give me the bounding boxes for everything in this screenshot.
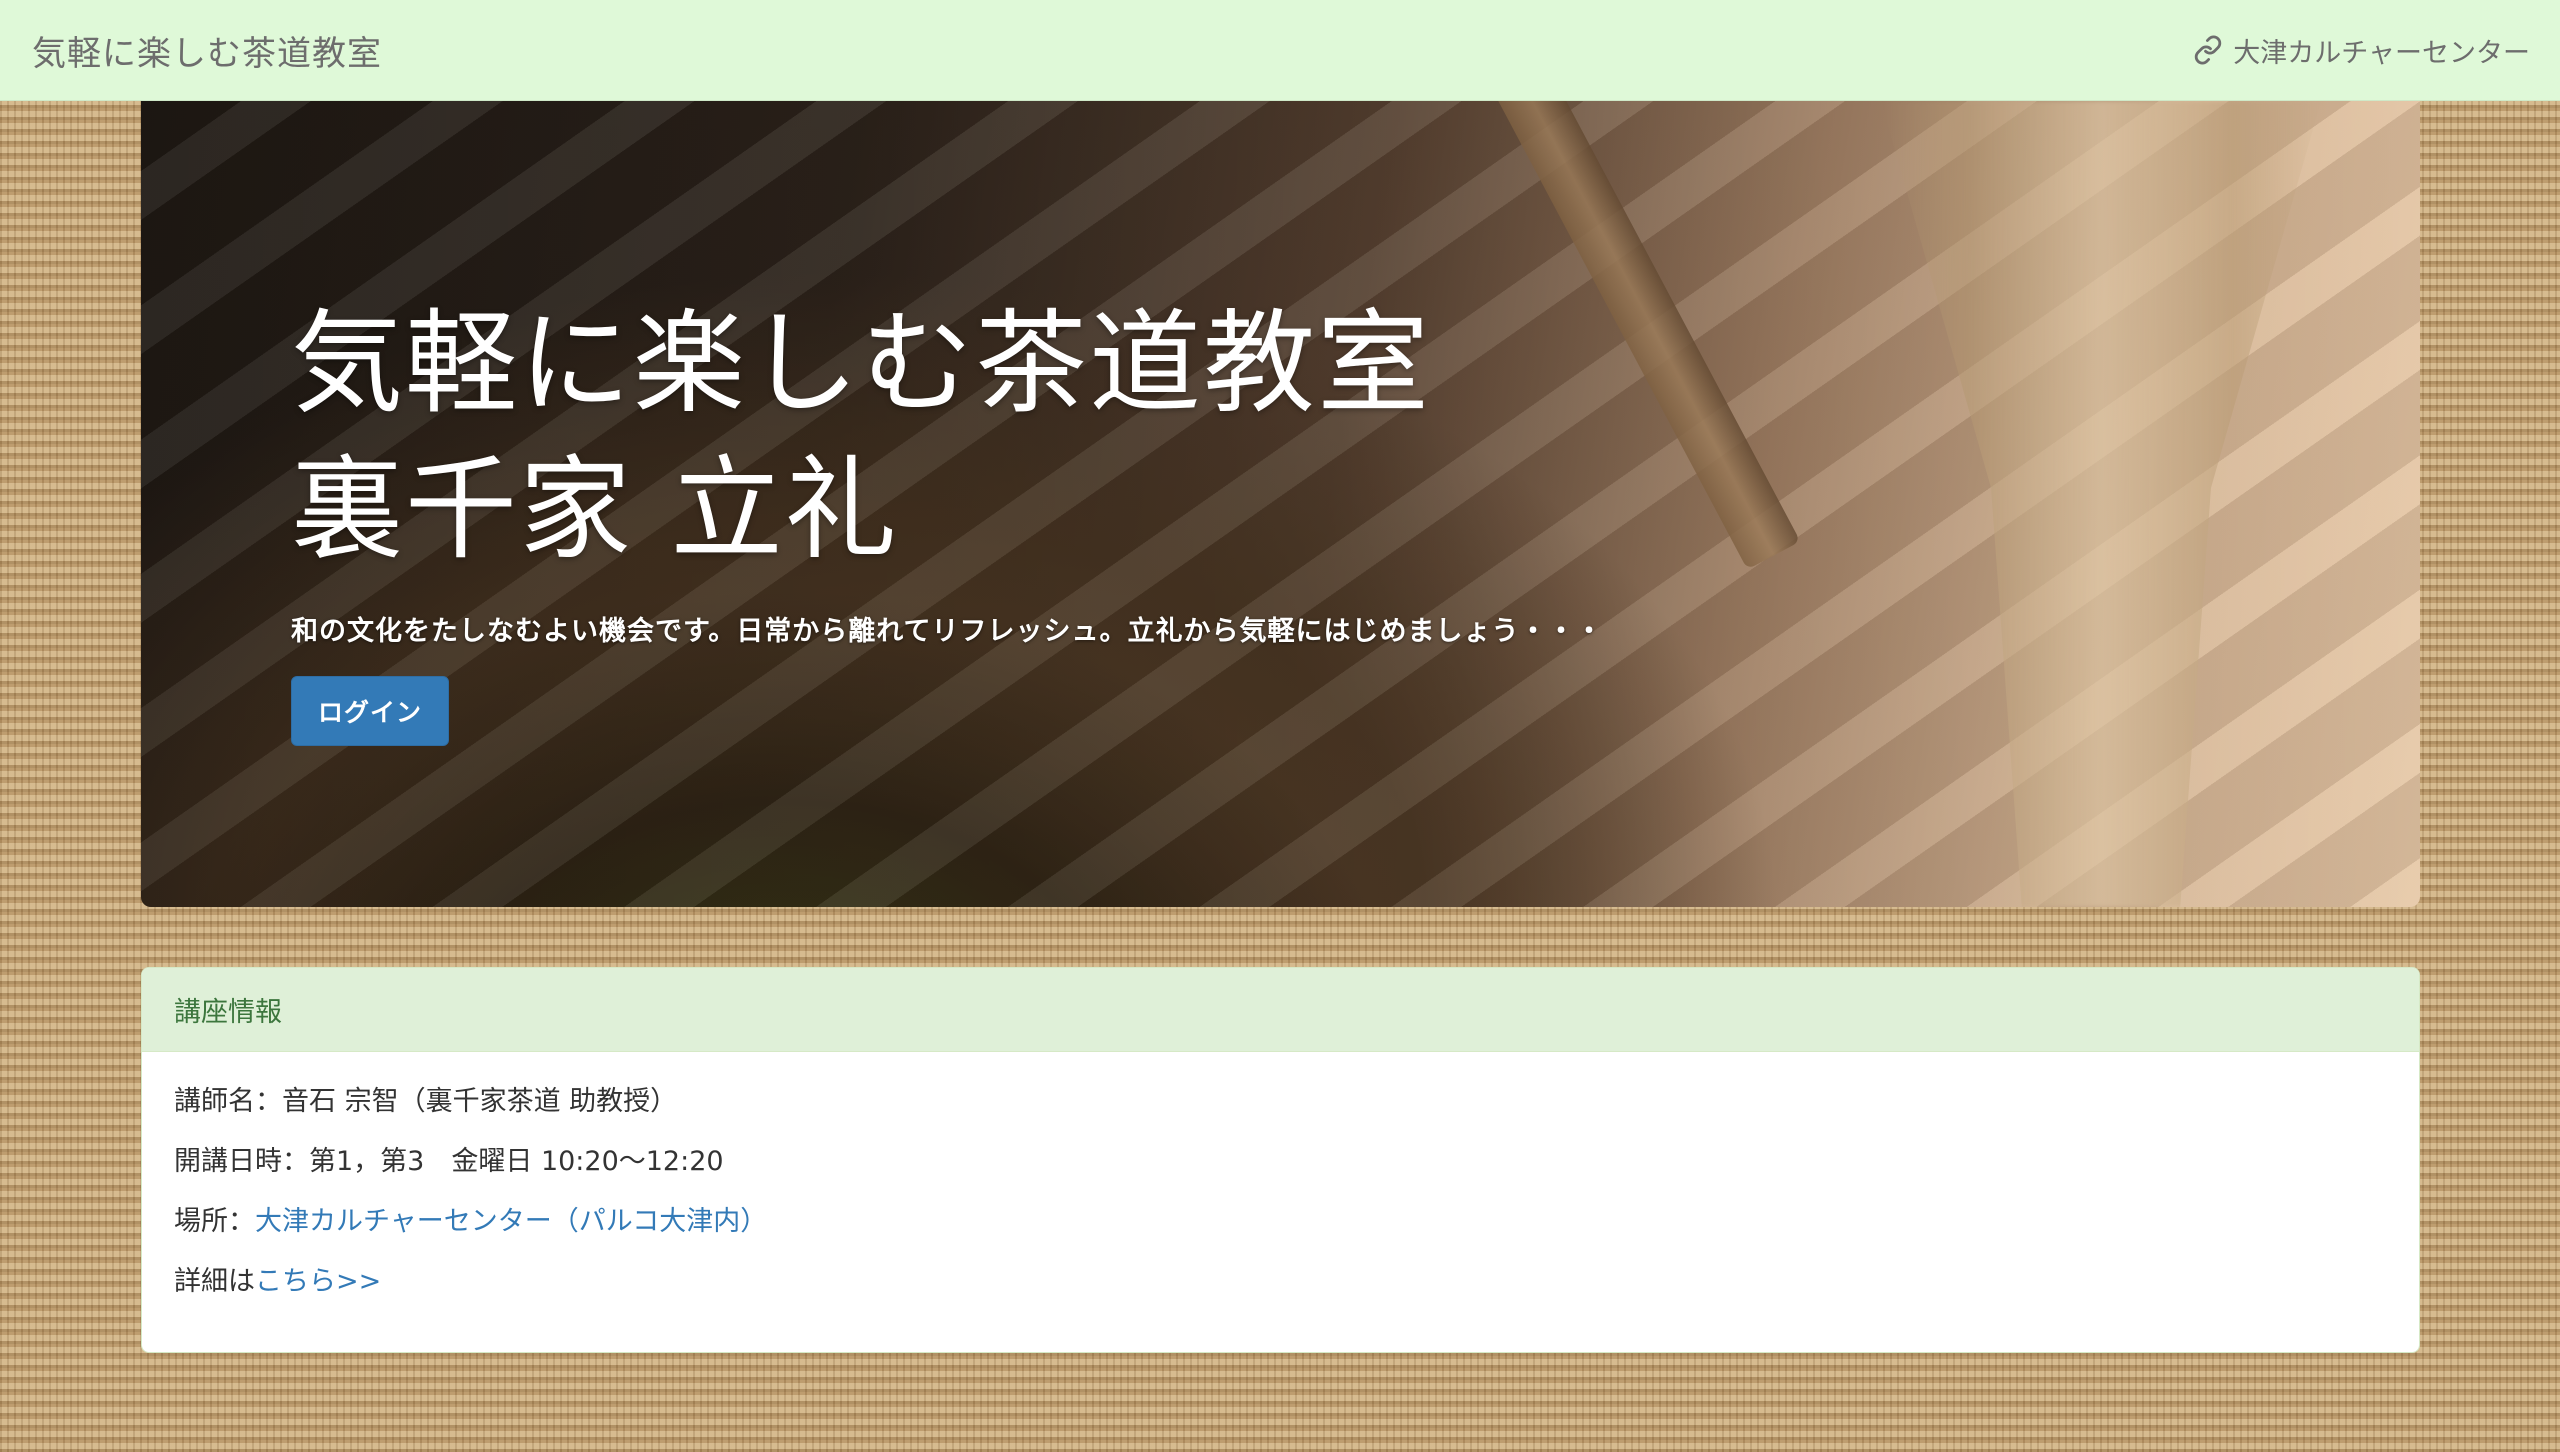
hero-lead-text: 和の文化をたしなむよい機会です。日常から離れてリフレッシュ。立礼から気軽にはじめ…	[291, 616, 1604, 647]
panel-body: 講師名：音石 宗智（裏千家茶道 助教授） 開講日時：第1，第3 金曜日 10:2…	[142, 1052, 2419, 1352]
hero-title-line1: 気軽に楽しむ茶道教室	[291, 299, 1431, 429]
login-button[interactable]: ログイン	[291, 676, 450, 746]
panel-heading: 講座情報	[142, 968, 2419, 1052]
link-icon	[2195, 35, 2222, 65]
culture-center-link[interactable]: 大津カルチャーセンター	[2193, 31, 2530, 70]
hero-title: 気軽に楽しむ茶道教室 裏千家 立礼	[291, 291, 1604, 583]
detail-link[interactable]: こちら>>	[255, 1266, 381, 1297]
instructor-info: 講師名：音石 宗智（裏千家茶道 助教授）	[174, 1086, 678, 1117]
hero-title-line2: 裏千家 立礼	[291, 445, 899, 575]
hero-content: 気軽に楽しむ茶道教室 裏千家 立礼 和の文化をたしなむよい機会です。日常から離れ…	[291, 291, 1604, 746]
brand-link[interactable]: 気軽に楽しむ茶道教室	[32, 26, 382, 75]
place-label: 場所：	[174, 1206, 255, 1237]
culture-center-label: 大津カルチャーセンター	[2233, 37, 2530, 69]
place-link[interactable]: 大津カルチャーセンター（パルコ大津内）	[255, 1206, 767, 1237]
place-info: 場所：大津カルチャーセンター（パルコ大津内）	[174, 1202, 2387, 1262]
top-navbar: 気軽に楽しむ茶道教室 大津カルチャーセンター	[0, 0, 2560, 101]
schedule-info: 開講日時：第1，第3 金曜日 10:20〜12:20	[174, 1146, 724, 1177]
hero-jumbotron: 気軽に楽しむ茶道教室 裏千家 立礼 和の文化をたしなむよい機会です。日常から離れ…	[141, 101, 2420, 907]
detail-info: 詳細はこちら>>	[174, 1262, 2387, 1322]
course-info-panel: 講座情報 講師名：音石 宗智（裏千家茶道 助教授） 開講日時：第1，第3 金曜日…	[141, 967, 2420, 1353]
detail-label: 詳細は	[174, 1266, 255, 1297]
